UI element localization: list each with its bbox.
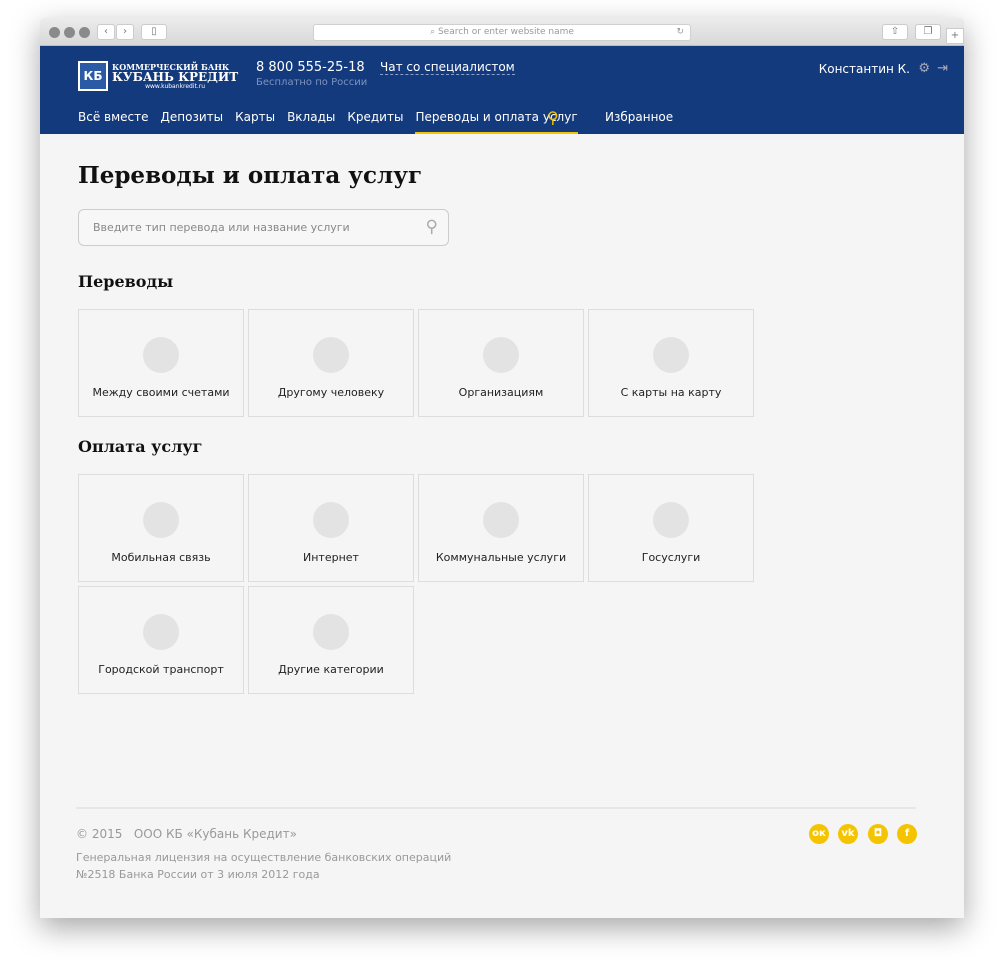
card-label: Организациям — [458, 386, 544, 399]
nav-deposits[interactable]: Депозиты — [161, 110, 224, 134]
category-icon — [653, 337, 689, 373]
category-icon — [313, 337, 349, 373]
vk-icon[interactable]: vk — [838, 824, 858, 844]
transfer-card[interactable]: С карты на карту — [588, 309, 754, 417]
card-label: Коммунальные услуги — [435, 551, 567, 564]
payment-card[interactable]: Городской транспорт — [78, 586, 244, 694]
reload-icon[interactable]: ↻ — [676, 25, 684, 40]
footer-divider — [76, 807, 916, 809]
address-placeholder: Search or enter website name — [437, 27, 574, 37]
ok-icon[interactable]: ок — [809, 824, 829, 844]
search-icon: ⌕ — [430, 27, 438, 37]
nav-savings[interactable]: Вклады — [287, 110, 335, 134]
chat-link[interactable]: Чат со специалистом — [380, 60, 515, 75]
company-name: ООО КБ «Кубань Кредит» — [133, 827, 297, 841]
category-icon — [143, 337, 179, 373]
card-label: Интернет — [303, 551, 359, 564]
payments-grid: Мобильная связь Интернет Коммунальные ус… — [78, 474, 754, 694]
nav-favorites[interactable]: Избранное — [605, 110, 673, 124]
search-input[interactable]: Введите тип перевода или название услуги… — [78, 209, 449, 246]
browser-toolbar: ‹ › ▯ ⌕ Search or enter website name ↻ ⇧ … — [40, 18, 964, 46]
payment-card[interactable]: Коммунальные услуги — [418, 474, 584, 582]
page-title: Переводы и оплата услуг — [78, 162, 423, 189]
card-label: Между своими счетами — [92, 386, 230, 399]
sidebar-icon[interactable]: ▯ — [141, 24, 167, 40]
payment-card[interactable]: Госуслуги — [588, 474, 754, 582]
phone-note: Бесплатно по России — [256, 77, 368, 88]
facebook-icon[interactable]: f — [897, 824, 917, 844]
logo[interactable]: КБ КОММЕРЧЕСКИЙ БАНК КУБАНЬ КРЕДИТ www.k… — [78, 61, 238, 91]
transfer-card[interactable]: Организациям — [418, 309, 584, 417]
transfers-grid: Между своими счетами Другому человеку Ор… — [78, 309, 754, 417]
back-icon[interactable]: ‹ — [97, 24, 115, 40]
search-icon[interactable]: ⚲ — [547, 108, 559, 127]
transfer-card[interactable]: Другому человеку — [248, 309, 414, 417]
license-line2: №2518 Банка России от 3 июля 2012 года — [76, 868, 320, 881]
instagram-icon[interactable]: ◘ — [868, 824, 888, 844]
card-label: Другому человеку — [277, 386, 385, 399]
nav-credits[interactable]: Кредиты — [347, 110, 403, 134]
card-label: Мобильная связь — [111, 551, 211, 564]
payment-card[interactable]: Другие категории — [248, 586, 414, 694]
tabs-icon[interactable]: ❐ — [915, 24, 941, 40]
category-icon — [313, 502, 349, 538]
gear-icon[interactable]: ⚙ — [918, 61, 930, 76]
main-nav: Всё вместе Депозиты Карты Вклады Кредиты… — [78, 110, 590, 134]
transfers-heading: Переводы — [78, 272, 174, 291]
user-name[interactable]: Константин К. — [819, 62, 910, 76]
close-window-button[interactable] — [49, 27, 60, 38]
nav-all[interactable]: Всё вместе — [78, 110, 149, 134]
card-label: Госуслуги — [641, 551, 701, 564]
card-label: С карты на карту — [620, 386, 722, 399]
payments-heading: Оплата услуг — [78, 437, 203, 456]
transfer-card[interactable]: Между своими счетами — [78, 309, 244, 417]
payment-card[interactable]: Мобильная связь — [78, 474, 244, 582]
category-icon — [143, 502, 179, 538]
zoom-window-button[interactable] — [79, 27, 90, 38]
category-icon — [313, 614, 349, 650]
copyright: © 2015 — [76, 827, 123, 841]
address-bar[interactable]: ⌕ Search or enter website name ↻ — [313, 24, 691, 41]
phone-number[interactable]: 8 800 555-25-18 — [256, 60, 365, 75]
search-icon[interactable]: ⚲ — [426, 217, 438, 237]
category-icon — [143, 614, 179, 650]
nav-cards[interactable]: Карты — [235, 110, 275, 134]
license-line1: Генеральная лицензия на осуществление ба… — [76, 851, 452, 864]
site-header: КБ КОММЕРЧЕСКИЙ БАНК КУБАНЬ КРЕДИТ www.k… — [40, 46, 964, 134]
card-label: Другие категории — [278, 663, 384, 676]
category-icon — [483, 337, 519, 373]
logo-icon: КБ — [78, 61, 108, 91]
browser-window: ‹ › ▯ ⌕ Search or enter website name ↻ ⇧ … — [40, 18, 964, 918]
card-label: Городской транспорт — [98, 663, 224, 676]
logo-url: www.kubankredit.ru — [145, 82, 206, 90]
payment-card[interactable]: Интернет — [248, 474, 414, 582]
forward-icon[interactable]: › — [116, 24, 134, 40]
share-icon[interactable]: ⇧ — [882, 24, 908, 40]
category-icon — [483, 502, 519, 538]
search-placeholder: Введите тип перевода или название услуги — [93, 221, 350, 234]
category-icon — [653, 502, 689, 538]
logo-line2: КУБАНЬ КРЕДИТ — [112, 69, 239, 84]
minimize-window-button[interactable] — [64, 27, 75, 38]
logout-icon[interactable]: ⇥ — [937, 61, 948, 76]
new-tab-icon[interactable]: + — [946, 28, 964, 44]
